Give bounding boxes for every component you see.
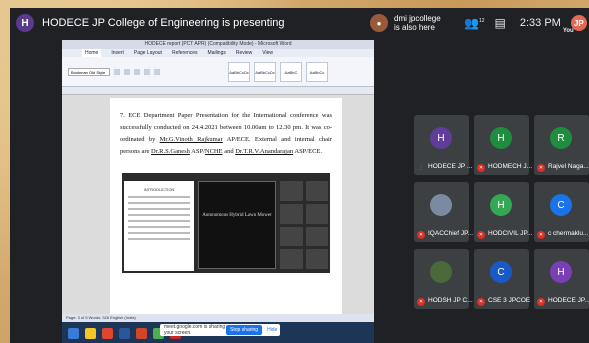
top-right-controls: ● dmi jpcollege is also here 👥12 ▤ 2:33 … bbox=[370, 8, 589, 38]
word-status-bar: Page: 3 of 5 Words: 326 English (India) bbox=[62, 314, 374, 322]
para-coordinator: Mr.G.Vinoth Rajkumar bbox=[159, 136, 223, 143]
participant-name: HODMECH J... bbox=[488, 163, 533, 170]
participant-tile[interactable]: R ✕ Rajvel Naga... bbox=[534, 115, 589, 175]
start-icon bbox=[68, 327, 79, 339]
word-ribbon: Bookman Old Style AaBbCcDc AaBbCcDc AaBb… bbox=[62, 57, 374, 87]
report-paragraph: 7. ECE Department Paper Presentation for… bbox=[120, 110, 332, 158]
word-menu-item: Insert bbox=[111, 50, 124, 56]
participant-avatar: H bbox=[490, 127, 512, 149]
embedded-doc: INTRODUCTION bbox=[124, 181, 194, 271]
embedded-tiles bbox=[280, 181, 328, 269]
participant-avatar bbox=[430, 261, 452, 283]
mic-off-icon: ✕ bbox=[477, 298, 485, 306]
join-notification: dmi jpcollege is also here bbox=[394, 14, 446, 32]
mic-off-icon: ✕ bbox=[477, 164, 485, 172]
participant-avatar: R bbox=[550, 127, 572, 149]
para-nche: NCHE bbox=[204, 148, 223, 155]
word-menu-item: Home bbox=[82, 49, 102, 57]
notification-avatar: ● bbox=[370, 14, 388, 32]
style-heading2: AaBbCc bbox=[306, 61, 328, 82]
word-menu: Home Insert Page Layout References Mailings R… bbox=[62, 49, 374, 57]
sharing-banner: meet.google.com is sharing your screen. … bbox=[160, 324, 280, 336]
para-text-3: ASP/ bbox=[189, 148, 205, 155]
word-menu-item: Review bbox=[235, 50, 253, 56]
participant-tile[interactable]: H ✕ HODMECH J... bbox=[474, 115, 533, 175]
powerpoint-icon bbox=[136, 327, 147, 339]
para-text-5: ASP/ECE. bbox=[293, 148, 323, 155]
self-label: You bbox=[562, 28, 574, 34]
word-title-bar: HODECE report (PCT APR) (Compatibility M… bbox=[62, 40, 374, 49]
para-external-chair: Dr.R.S.Ganesh bbox=[151, 148, 190, 155]
participant-avatar: H bbox=[490, 194, 512, 216]
mic-off-icon: ✕ bbox=[537, 231, 545, 239]
embedded-slide-title: Autonomous Hybrid Lawn Mower bbox=[202, 213, 272, 218]
style-normal: AaBbCcDc bbox=[228, 61, 250, 82]
meet-window: H HODECE JP College of Engineering is pr… bbox=[10, 8, 589, 343]
word-ruler bbox=[62, 87, 374, 95]
hide-button[interactable]: Hide bbox=[267, 327, 277, 333]
embedded-screenshot: INTRODUCTION Autonomous Hybrid Lawn Mowe… bbox=[122, 173, 330, 273]
participant-name: c chermaklu... bbox=[548, 230, 589, 237]
people-icon[interactable]: 👥12 bbox=[464, 16, 485, 30]
participant-tile[interactable]: ✕ IQACChief JP... bbox=[414, 182, 473, 242]
mic-off-icon: ✕ bbox=[417, 298, 425, 306]
style-heading1: AaBbC bbox=[280, 61, 302, 82]
word-icon bbox=[119, 327, 130, 339]
participant-name: HODECE JP ... bbox=[428, 163, 473, 170]
word-page: 7. ECE Department Paper Presentation for… bbox=[110, 98, 342, 334]
mic-off-icon: ✕ bbox=[537, 164, 545, 172]
embedded-doc-heading: INTRODUCTION bbox=[143, 187, 175, 192]
chat-icon[interactable]: ▤ bbox=[495, 16, 506, 30]
font-selector: Bookman Old Style bbox=[68, 67, 110, 76]
participants-count: 12 bbox=[478, 18, 485, 24]
participant-name: HODSH JP C... bbox=[428, 297, 473, 304]
embedded-slide: Autonomous Hybrid Lawn Mower bbox=[198, 181, 276, 269]
list-icon bbox=[154, 68, 160, 75]
presenter-avatar: H bbox=[16, 14, 34, 32]
participant-avatar: H bbox=[430, 127, 452, 149]
participants-grid: H ⋮ HODECE JP ... H ✕ HODMECH J... R ✕ Rajvel Na… bbox=[414, 115, 589, 311]
align-icon bbox=[144, 68, 150, 75]
word-menu-item: Page Layout bbox=[133, 50, 162, 56]
participant-name: HODECE JP... bbox=[548, 297, 589, 304]
participant-name: IQACChief JP... bbox=[428, 230, 474, 237]
word-menu-item: Mailings bbox=[207, 50, 226, 56]
participant-tile[interactable]: C ✕ CSE 3 JPCOE bbox=[474, 249, 531, 309]
underline-icon bbox=[134, 68, 140, 75]
explorer-icon bbox=[85, 327, 96, 339]
clock: 2:33 PM bbox=[519, 17, 561, 29]
participant-avatar: C bbox=[550, 194, 572, 216]
presentation-title: HODECE JP College of Engineering is pres… bbox=[42, 17, 285, 29]
notification-line1: dmi jpcollege bbox=[394, 14, 441, 23]
notification-line2: is also here bbox=[394, 23, 435, 32]
participant-avatar: C bbox=[490, 261, 512, 283]
media-icon bbox=[102, 327, 113, 339]
stop-sharing-button[interactable]: Stop sharing bbox=[226, 325, 263, 335]
self-avatar[interactable]: JP You bbox=[563, 15, 587, 34]
participant-avatar bbox=[430, 194, 452, 216]
participant-avatar: H bbox=[550, 261, 572, 283]
mic-off-icon: ✕ bbox=[417, 231, 425, 239]
participant-tile[interactable]: H ✕ HODCIVIL JP... bbox=[474, 182, 533, 242]
participant-tile[interactable]: H ⋮ HODECE JP ... bbox=[414, 115, 473, 175]
participant-tile[interactable]: C ✕ c chermaklu... bbox=[534, 182, 589, 242]
sharing-message: meet.google.com is sharing your screen. bbox=[164, 324, 226, 336]
para-internal-chair: Dr.T.R.V.Anandarajan bbox=[235, 148, 294, 155]
participant-tile[interactable]: H ✕ HODECE JP... bbox=[534, 249, 589, 309]
bold-icon bbox=[114, 68, 120, 75]
participant-name: HODCIVIL JP... bbox=[488, 230, 533, 237]
mic-off-icon: ✕ bbox=[477, 231, 485, 239]
word-menu-item: View bbox=[262, 50, 274, 56]
audio-active-icon: ⋮ bbox=[417, 164, 425, 172]
shared-screen: HODECE report (PCT APR) (Compatibility M… bbox=[62, 40, 374, 343]
self-avatar-letter: JP bbox=[573, 18, 584, 28]
mic-off-icon: ✕ bbox=[537, 298, 545, 306]
word-menu-item: References bbox=[171, 50, 198, 56]
style-no-spacing: AaBbCcDc bbox=[254, 61, 276, 82]
participant-tile[interactable]: ✕ HODSH JP C... bbox=[414, 249, 473, 309]
para-text-4: and bbox=[222, 148, 236, 155]
participant-name: CSE 3 JPCOE bbox=[488, 297, 531, 304]
italic-icon bbox=[124, 68, 130, 75]
participant-name: Rajvel Naga... bbox=[548, 163, 589, 170]
